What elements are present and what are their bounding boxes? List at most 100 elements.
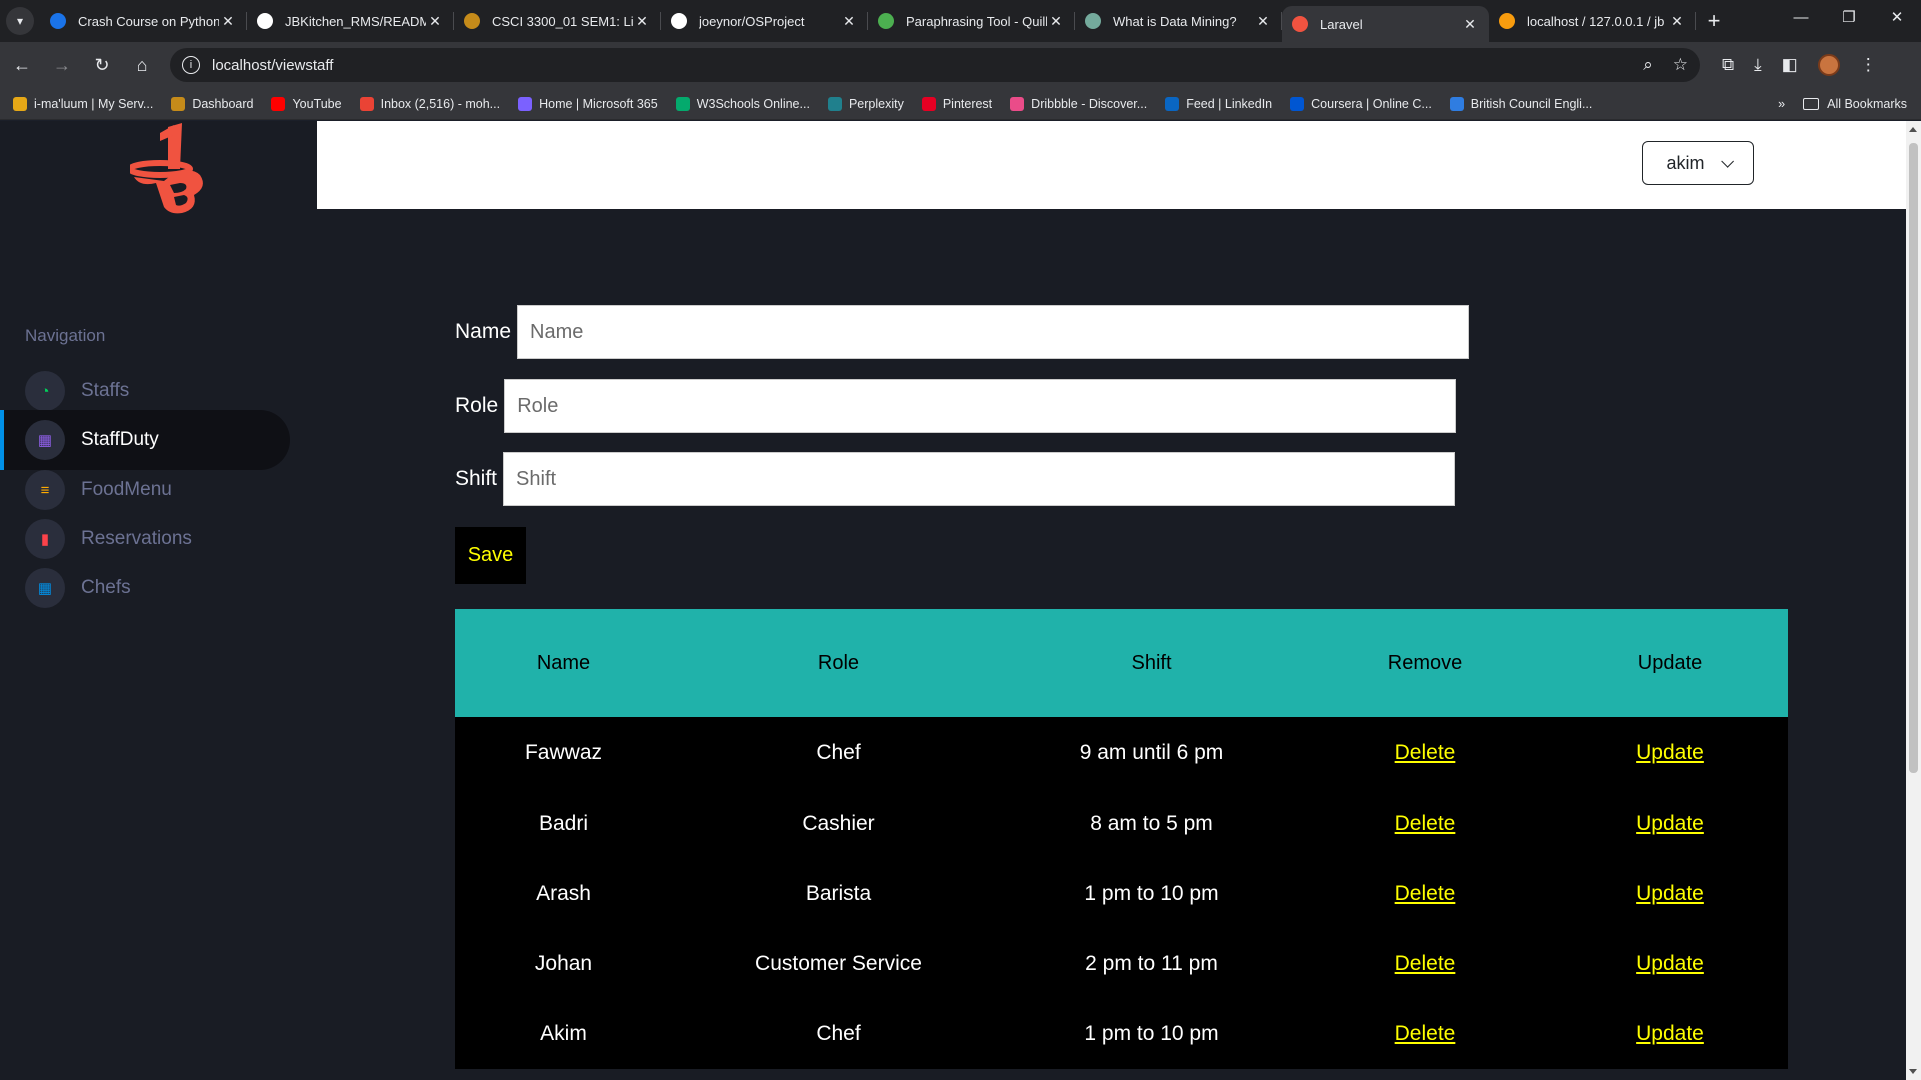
- bookmark-item[interactable]: British Council Engli...: [1441, 96, 1602, 111]
- back-icon[interactable]: ←: [4, 47, 40, 83]
- browser-tab[interactable]: localhost / 127.0.0.1 / jb ✕: [1489, 0, 1696, 42]
- bookmark-item[interactable]: Home | Microsoft 365: [509, 96, 667, 111]
- cell-shift: 9 am until 6 pm: [1079, 741, 1224, 764]
- extensions-icon[interactable]: ⧉: [1722, 55, 1734, 75]
- browser-tab[interactable]: JBKitchen_RMS/README.md✕: [247, 0, 454, 42]
- bookmark-favicon-icon: [1165, 96, 1180, 111]
- home-icon[interactable]: ⌂: [124, 47, 160, 83]
- browser-tab[interactable]: What is Data Mining? ✕: [1075, 0, 1282, 42]
- cell-shift: 1 pm to 10 pm: [1084, 1022, 1219, 1045]
- bookmark-favicon-icon: [359, 96, 374, 111]
- brand-logo[interactable]: [130, 123, 214, 217]
- close-tab-icon[interactable]: ✕: [840, 13, 858, 30]
- delete-link[interactable]: Delete: [1395, 882, 1456, 905]
- close-window-icon[interactable]: ✕: [1873, 0, 1921, 34]
- address-bar[interactable]: i localhost/viewstaff ⌕ ☆: [170, 48, 1700, 82]
- bookmark-label: Coursera | Online C...: [1311, 96, 1432, 111]
- name-label: Name: [455, 320, 512, 343]
- bookmark-item[interactable]: Dribbble - Discover...: [1001, 96, 1156, 111]
- update-link[interactable]: Update: [1636, 812, 1704, 835]
- tab-title: Crash Course on Python: [78, 13, 219, 29]
- tab-title: localhost / 127.0.0.1 / jb: [1527, 13, 1665, 29]
- bookmark-item[interactable]: YouTube: [262, 96, 350, 111]
- cell-remove: Delete: [1298, 789, 1552, 859]
- sidebar-item-label: FoodMenu: [81, 479, 172, 500]
- close-tab-icon[interactable]: ✕: [1461, 16, 1479, 33]
- sidebar-item-chefs[interactable]: ▦ Chefs: [0, 558, 290, 618]
- name-input[interactable]: [517, 305, 1470, 359]
- bookmark-item[interactable]: Feed | LinkedIn: [1156, 96, 1281, 111]
- tab-title: What is Data Mining?: [1113, 13, 1237, 29]
- all-bookmarks-button[interactable]: All Bookmarks: [1803, 97, 1907, 111]
- bookmark-item[interactable]: Dashboard: [162, 96, 262, 111]
- browser-toolbar: ← → ↻ ⌂ i localhost/viewstaff ⌕ ☆ ⧉ ⤓ ◧ …: [0, 42, 1921, 88]
- user-name: akim: [1666, 152, 1705, 173]
- scroll-up-icon[interactable]: [1909, 127, 1917, 132]
- browser-tab[interactable]: Laravel ✕: [1282, 6, 1489, 42]
- minimize-icon[interactable]: —: [1777, 0, 1825, 34]
- new-tab-button[interactable]: +: [1696, 0, 1732, 42]
- restore-icon[interactable]: ❐: [1825, 0, 1873, 34]
- save-button[interactable]: Save: [455, 527, 526, 584]
- close-tab-icon[interactable]: ✕: [426, 13, 444, 30]
- browser-tab[interactable]: Crash Course on Python ✕: [40, 0, 247, 42]
- side-panel-icon[interactable]: ◧: [1782, 55, 1798, 75]
- user-dropdown[interactable]: akim: [1642, 141, 1754, 185]
- cell-name: Akim: [540, 1022, 587, 1045]
- profile-avatar[interactable]: [1817, 54, 1840, 76]
- bookmark-favicon-icon: [518, 96, 533, 111]
- header-shift: Shift: [1131, 651, 1172, 674]
- close-tab-icon[interactable]: ✕: [633, 13, 651, 30]
- bookmark-item[interactable]: i-ma'luum | My Serv...: [4, 96, 162, 111]
- tab-strip: Crash Course on Python ✕ JBKitchen_RMS/REA…: [40, 0, 1696, 42]
- download-icon[interactable]: ⤓: [1754, 55, 1762, 75]
- cell-role: Cashier: [802, 812, 875, 835]
- forward-icon[interactable]: →: [44, 47, 80, 83]
- bookmark-item[interactable]: Perplexity: [819, 96, 913, 111]
- bookmark-favicon-icon: [1290, 96, 1305, 111]
- bookmark-label: i-ma'luum | My Serv...: [34, 96, 154, 111]
- update-link[interactable]: Update: [1636, 741, 1704, 764]
- bookmark-star-icon[interactable]: ☆: [1673, 55, 1688, 75]
- bookmark-item[interactable]: Inbox (2,516) - moh...: [351, 96, 510, 111]
- bookmark-item[interactable]: Pinterest: [913, 96, 1001, 111]
- update-link[interactable]: Update: [1636, 1022, 1704, 1045]
- bookmark-label: Feed | LinkedIn: [1186, 96, 1273, 111]
- close-tab-icon[interactable]: ✕: [1047, 13, 1065, 30]
- tab-title: Laravel: [1320, 16, 1363, 32]
- bookmark-label: British Council Engli...: [1470, 96, 1593, 111]
- zoom-icon[interactable]: ⌕: [1643, 55, 1653, 75]
- page-scrollbar[interactable]: [1906, 121, 1921, 1080]
- kebab-menu-icon[interactable]: ⋮: [1860, 55, 1877, 75]
- tab-favicon-icon: [1085, 13, 1101, 29]
- browser-tab[interactable]: Paraphrasing Tool - QuillBot✕: [868, 0, 1075, 42]
- close-tab-icon[interactable]: ✕: [1668, 13, 1686, 30]
- reload-icon[interactable]: ↻: [84, 47, 120, 83]
- close-tab-icon[interactable]: ✕: [1254, 13, 1272, 30]
- role-input[interactable]: [504, 379, 1457, 433]
- update-link[interactable]: Update: [1636, 882, 1704, 905]
- delete-link[interactable]: Delete: [1395, 1022, 1456, 1045]
- cell-update: Update: [1552, 717, 1788, 789]
- bookmark-label: Inbox (2,516) - moh...: [380, 96, 501, 111]
- browser-tab[interactable]: joeynor/OSProject ✕: [661, 0, 868, 42]
- tab-title: Paraphrasing Tool - QuillBot: [906, 13, 1047, 29]
- top-navbar: akim: [317, 121, 1906, 209]
- scrollbar-thumb[interactable]: [1909, 143, 1918, 773]
- browser-tab[interactable]: CSCI 3300_01 SEM1: Linux✕: [454, 0, 661, 42]
- more-bookmarks-icon[interactable]: »: [1778, 97, 1785, 111]
- tab-favicon-icon: [257, 13, 273, 29]
- close-tab-icon[interactable]: ✕: [219, 13, 237, 30]
- shift-input[interactable]: [503, 452, 1456, 506]
- site-info-icon[interactable]: i: [182, 56, 200, 74]
- tab-search-button[interactable]: ▾: [0, 0, 40, 42]
- delete-link[interactable]: Delete: [1395, 812, 1456, 835]
- delete-link[interactable]: Delete: [1395, 952, 1456, 975]
- bookmark-item[interactable]: Coursera | Online C...: [1281, 96, 1441, 111]
- scroll-down-icon[interactable]: [1909, 1069, 1917, 1074]
- tab-title: JBKitchen_RMS/README.md: [285, 13, 426, 29]
- delete-link[interactable]: Delete: [1395, 741, 1456, 764]
- sidebar-item-label: Staffs: [81, 380, 130, 401]
- update-link[interactable]: Update: [1636, 952, 1704, 975]
- bookmark-item[interactable]: W3Schools Online...: [667, 96, 819, 111]
